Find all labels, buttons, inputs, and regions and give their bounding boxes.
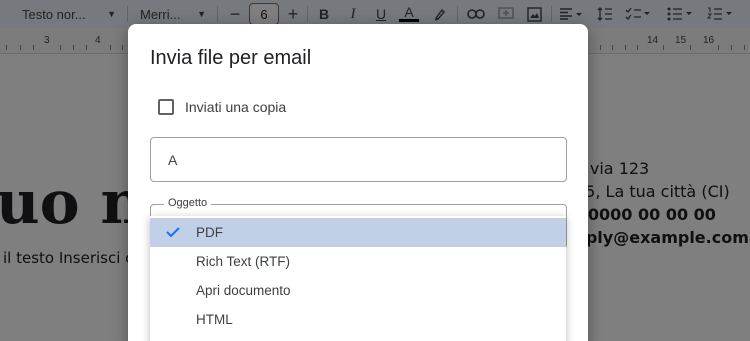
attachment-format-dropdown: PDF Rich Text (RTF) Apri documento HTML [150, 216, 566, 341]
recipient-input[interactable] [168, 151, 566, 168]
checkmark-icon [166, 227, 180, 238]
format-option-html[interactable]: HTML [150, 305, 566, 334]
dialog-title: Invia file per email [150, 47, 312, 69]
format-option-label: PDF [196, 225, 223, 240]
format-option-pdf[interactable]: PDF [150, 218, 566, 247]
subject-label: Oggetto [164, 197, 212, 209]
recipient-field[interactable] [150, 137, 567, 182]
format-option-label: Apri documento [196, 283, 291, 298]
format-option-rtf[interactable]: Rich Text (RTF) [150, 247, 566, 276]
send-copy-checkbox[interactable] [158, 99, 174, 115]
format-option-label: Rich Text (RTF) [196, 254, 291, 269]
format-option-odt[interactable]: Apri documento [150, 276, 566, 305]
send-copy-label: Inviati una copia [185, 99, 287, 115]
send-copy-checkbox-row[interactable]: Inviati una copia [158, 99, 286, 115]
format-option-label: HTML [196, 312, 233, 327]
